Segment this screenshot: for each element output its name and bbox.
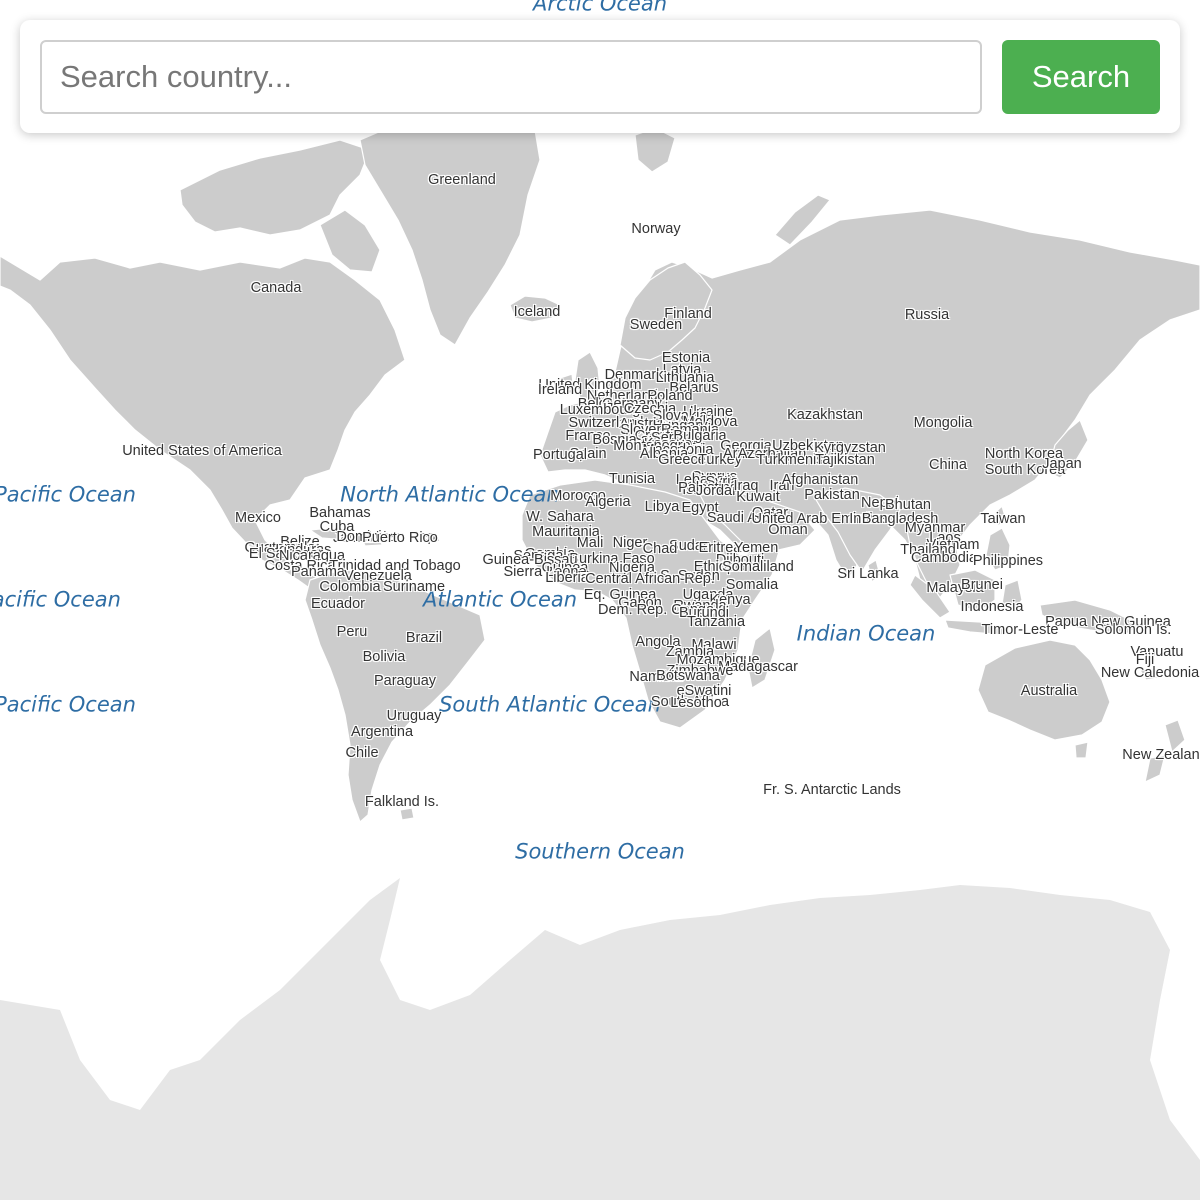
country-label-pakistan[interactable]: Pakistan xyxy=(804,488,860,503)
country-label-somaliland[interactable]: Somaliland xyxy=(722,560,794,575)
country-label-falkland[interactable]: Falkland Is. xyxy=(365,795,439,810)
country-label-peru[interactable]: Peru xyxy=(337,625,368,640)
country-label-colombia[interactable]: Colombia xyxy=(319,580,380,595)
country-label-kuwait[interactable]: Kuwait xyxy=(736,490,780,505)
country-label-liberia[interactable]: Liberia xyxy=(545,571,589,586)
ocean-label-south-atlantic: South Atlantic Ocean xyxy=(439,692,661,717)
search-button[interactable]: Search xyxy=(1002,40,1160,114)
country-label-lesotho[interactable]: Lesotho xyxy=(670,696,722,711)
ocean-label-southern: Southern Ocean xyxy=(515,839,685,864)
country-label-algeria[interactable]: Algeria xyxy=(585,495,630,510)
ocean-label-arctic: Arctic Ocean xyxy=(532,0,668,16)
country-label-ireland[interactable]: Ireland xyxy=(538,383,582,398)
land-falklands[interactable] xyxy=(399,807,415,821)
country-label-somalia[interactable]: Somalia xyxy=(726,578,778,593)
country-label-sweden[interactable]: Sweden xyxy=(630,318,682,333)
country-label-ecuador[interactable]: Ecuador xyxy=(311,597,365,612)
country-label-new-zealand[interactable]: New Zealand xyxy=(1122,748,1200,763)
land-layer xyxy=(0,117,1200,1200)
country-label-uruguay[interactable]: Uruguay xyxy=(387,709,442,724)
country-label-norway[interactable]: Norway xyxy=(631,222,680,237)
ocean-label-north-atlantic: North Atlantic Ocean xyxy=(340,482,560,507)
country-label-suriname[interactable]: Suriname xyxy=(383,580,445,595)
country-label-argentina[interactable]: Argentina xyxy=(351,725,413,740)
search-input[interactable] xyxy=(40,40,982,114)
country-label-mexico[interactable]: Mexico xyxy=(235,511,281,526)
country-label-australia[interactable]: Australia xyxy=(1021,684,1077,699)
ocean-label-pacific-mid: Pacific Ocean xyxy=(0,587,121,612)
country-label-libya[interactable]: Libya xyxy=(645,500,680,515)
country-label-panama[interactable]: Panama xyxy=(291,565,345,580)
country-label-indonesia[interactable]: Indonesia xyxy=(961,600,1024,615)
country-label-mongolia[interactable]: Mongolia xyxy=(914,416,973,431)
country-label-afghanistan[interactable]: Afghanistan xyxy=(782,473,859,488)
search-panel: Search xyxy=(20,20,1180,133)
country-label-portugal[interactable]: Portugal xyxy=(533,448,587,463)
country-label-iceland[interactable]: Iceland xyxy=(514,305,561,320)
land-tasmania[interactable] xyxy=(1074,741,1089,759)
country-label-canada[interactable]: Canada xyxy=(251,281,302,296)
country-label-kazakhstan[interactable]: Kazakhstan xyxy=(787,408,863,423)
country-label-philippines[interactable]: Philippines xyxy=(973,554,1043,569)
country-label-greenland[interactable]: Greenland xyxy=(428,173,496,188)
ocean-label-atlantic: Atlantic Ocean xyxy=(422,587,578,612)
country-label-botswana[interactable]: Botswana xyxy=(656,669,720,684)
country-label-new-caledonia[interactable]: New Caledonia xyxy=(1101,666,1199,681)
ocean-label-pacific-north: Pacific Ocean xyxy=(0,482,136,507)
country-label-tanzania[interactable]: Tanzania xyxy=(687,615,745,630)
country-label-bolivia[interactable]: Bolivia xyxy=(363,650,406,665)
land-antarctica[interactable] xyxy=(0,878,1200,1200)
ocean-label-pacific-south: Pacific Ocean xyxy=(0,692,136,717)
country-label-sri-lanka[interactable]: Sri Lanka xyxy=(837,567,898,582)
country-label-taiwan[interactable]: Taiwan xyxy=(980,512,1025,527)
ocean-label-indian: Indian Ocean xyxy=(796,621,936,646)
country-label-tunisia[interactable]: Tunisia xyxy=(609,472,655,487)
country-label-central-african[interactable]: Central African Rep. xyxy=(585,572,715,587)
land-svalbard[interactable] xyxy=(634,127,676,173)
country-label-mali[interactable]: Mali xyxy=(577,536,604,551)
country-label-brazil[interactable]: Brazil xyxy=(406,631,442,646)
country-label-chile[interactable]: Chile xyxy=(345,746,378,761)
country-label-fr-s-antarctic[interactable]: Fr. S. Antarctic Lands xyxy=(763,783,901,798)
country-label-japan[interactable]: Japan xyxy=(1042,457,1082,472)
country-label-brunei[interactable]: Brunei xyxy=(961,578,1003,593)
country-label-paraguay[interactable]: Paraguay xyxy=(374,674,436,689)
country-label-cambodia[interactable]: Cambodia xyxy=(911,551,977,566)
country-label-puerto-rico[interactable]: Puerto Rico xyxy=(362,531,438,546)
country-label-russia[interactable]: Russia xyxy=(905,308,949,323)
country-label-china[interactable]: China xyxy=(929,458,967,473)
country-label-united-states[interactable]: United States of America xyxy=(122,444,282,459)
country-label-tajikistan[interactable]: Tajikistan xyxy=(815,453,875,468)
country-label-w-sahara[interactable]: W. Sahara xyxy=(526,510,594,525)
country-label-oman[interactable]: Oman xyxy=(768,523,808,538)
country-label-timor-leste[interactable]: Timor-Leste xyxy=(982,623,1059,638)
country-label-solomon-is[interactable]: Solomon Is. xyxy=(1095,623,1172,638)
